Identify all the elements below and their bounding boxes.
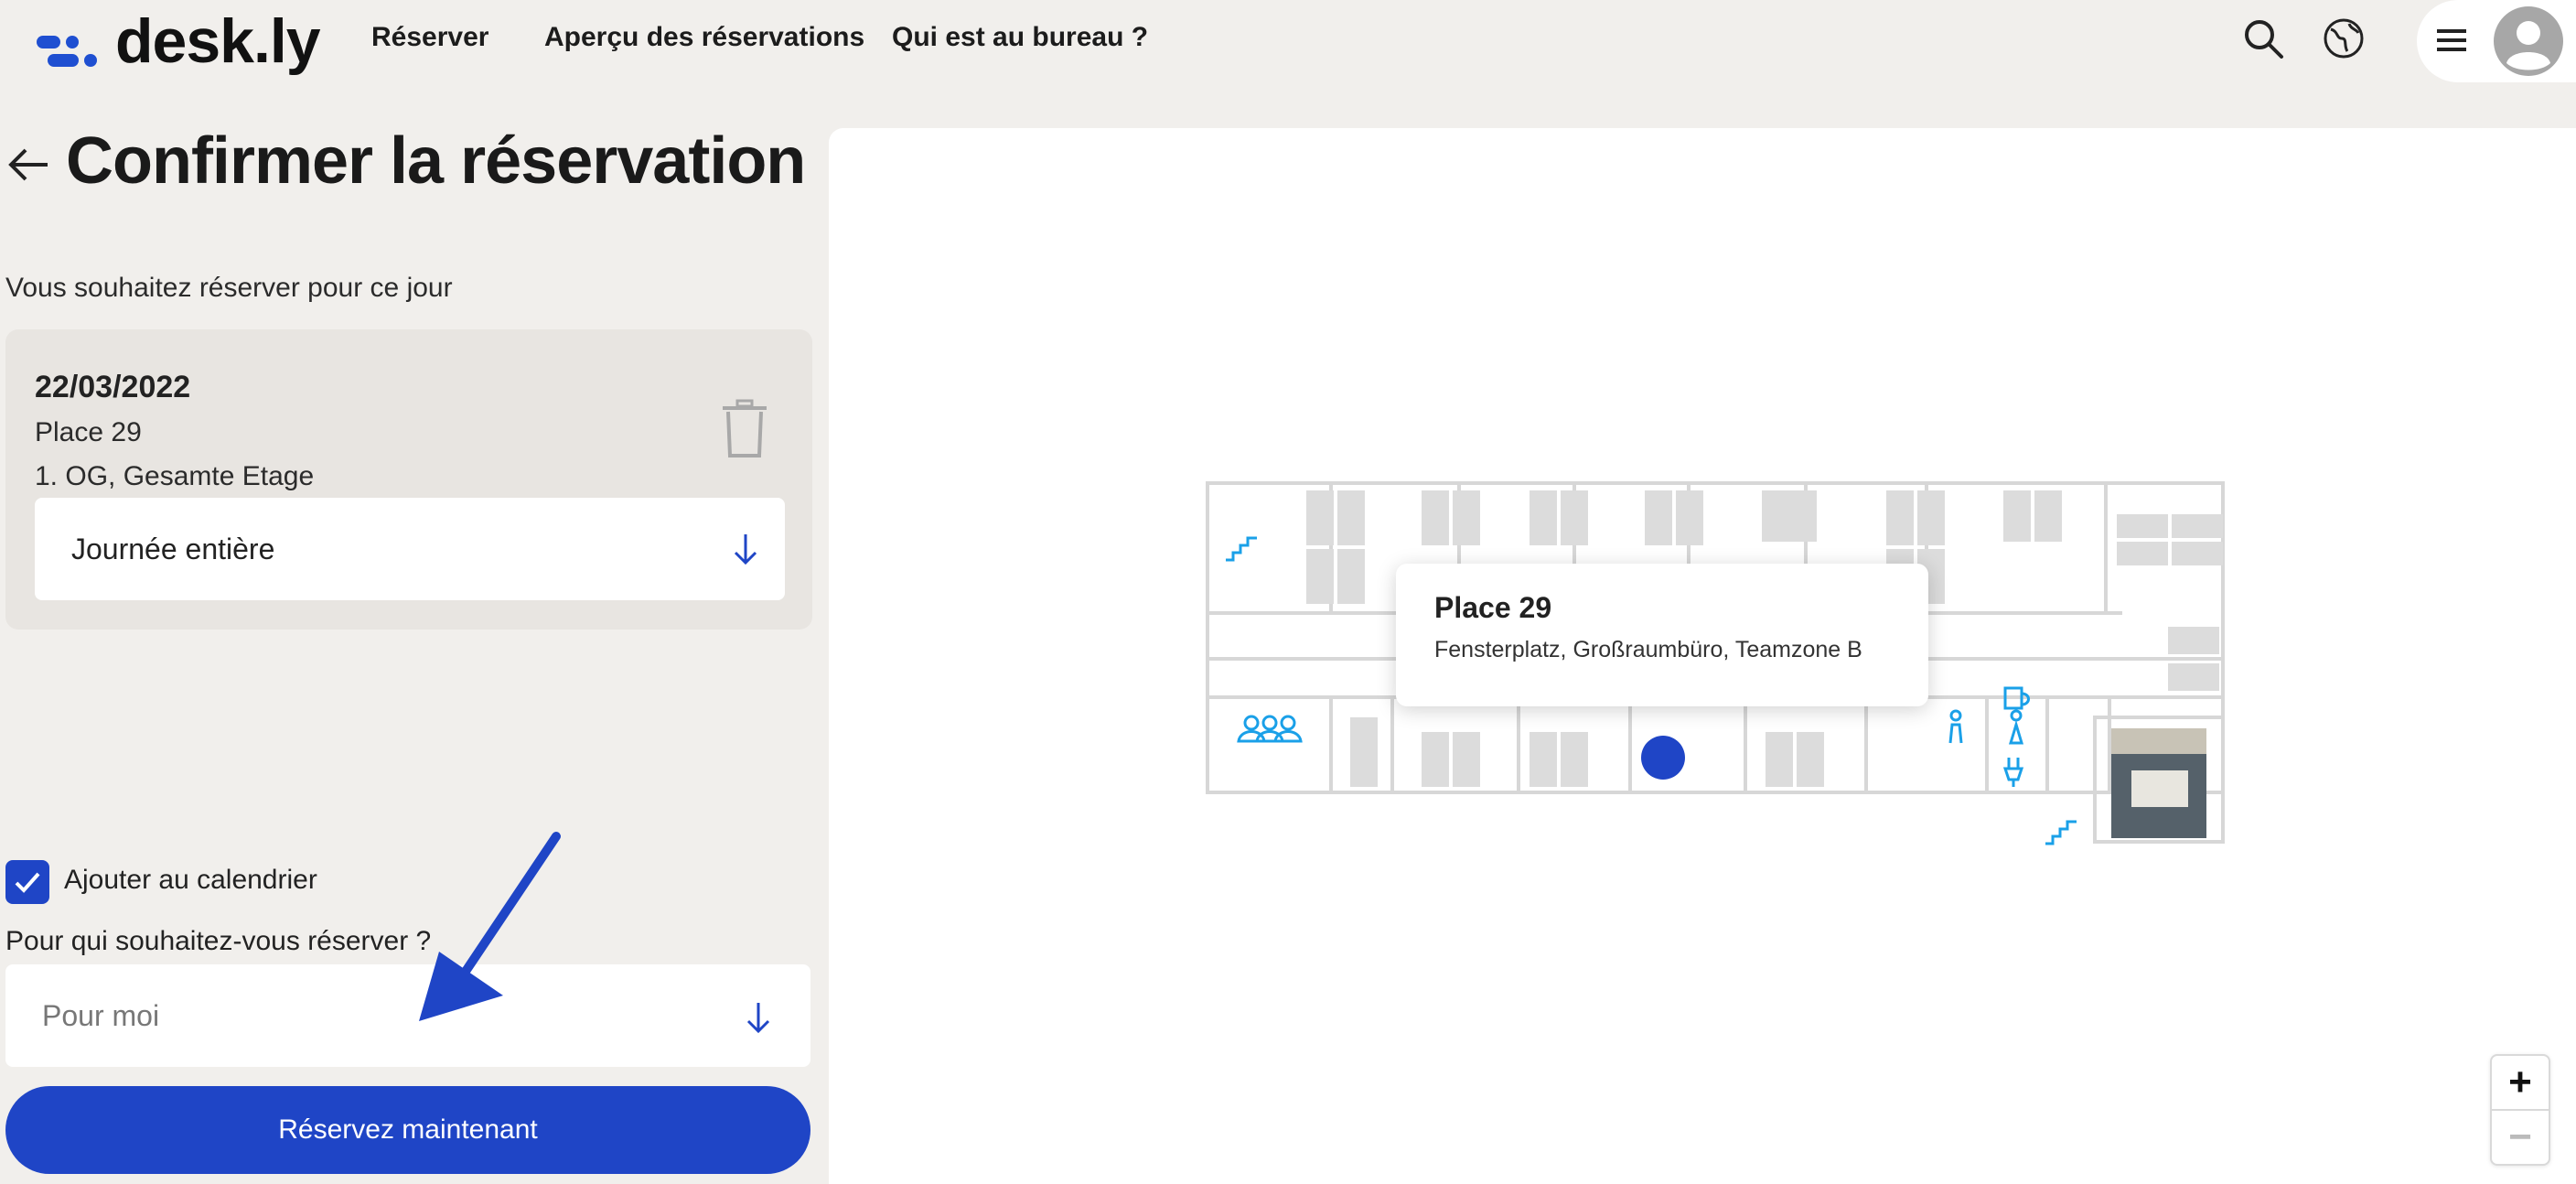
checkmark-icon <box>15 872 40 893</box>
nav-qui-est-au-bureau[interactable]: Qui est au bureau ? <box>892 22 1148 53</box>
add-to-calendar-checkbox[interactable] <box>5 860 49 904</box>
zoom-in-button[interactable]: + <box>2492 1056 2549 1109</box>
chevron-down-icon <box>730 531 761 567</box>
tooltip-title: Place 29 <box>1434 591 1552 624</box>
for-whom-label: Pour qui souhaitez-vous réserver ? <box>5 926 432 956</box>
book-now-button[interactable]: Réservez maintenant <box>5 1086 810 1174</box>
logo[interactable]: desk.ly <box>37 0 321 82</box>
top-navigation: desk.ly Réserver Aperçu des réservations… <box>0 0 2576 82</box>
zoom-controls: + − <box>2490 1054 2550 1166</box>
chevron-down-icon <box>743 999 774 1036</box>
search-icon[interactable] <box>2238 13 2289 64</box>
logo-text: desk.ly <box>115 6 321 76</box>
booking-place: Place 29 <box>35 417 142 447</box>
duration-value: Journée entière <box>71 532 275 565</box>
menu-icon[interactable] <box>2435 24 2468 61</box>
logo-mark-icon <box>37 14 110 69</box>
zoom-out-button[interactable]: − <box>2492 1111 2549 1164</box>
nav-apercu-reservations[interactable]: Aperçu des réservations <box>544 22 864 53</box>
booking-date: 22/03/2022 <box>35 370 191 404</box>
seat-tooltip: Place 29 Fensterplatz, Großraumbüro, Tea… <box>1396 564 1928 706</box>
nav-reserver[interactable]: Réserver <box>371 22 488 53</box>
globe-icon[interactable] <box>2318 13 2369 64</box>
booking-floor: 1. OG, Gesamte Etage <box>35 461 315 491</box>
booking-day-label: Vous souhaitez réserver pour ce jour <box>5 273 453 303</box>
trash-icon[interactable] <box>719 399 770 459</box>
back-arrow-icon[interactable] <box>5 137 53 192</box>
duration-select[interactable]: Journée entière <box>35 498 785 600</box>
booking-card: 22/03/2022 Place 29 1. OG, Gesamte Etage… <box>5 329 812 630</box>
tooltip-subtitle: Fensterplatz, Großraumbüro, Teamzone B <box>1434 637 1862 662</box>
for-whom-placeholder: Pour moi <box>42 998 160 1032</box>
add-to-calendar-label: Ajouter au calendrier <box>64 865 317 895</box>
user-avatar-icon[interactable] <box>2494 6 2563 81</box>
user-menu[interactable] <box>2417 0 2576 82</box>
page-title: Confirmer la réservation <box>66 124 806 198</box>
annotation-arrow-icon <box>402 823 585 1043</box>
